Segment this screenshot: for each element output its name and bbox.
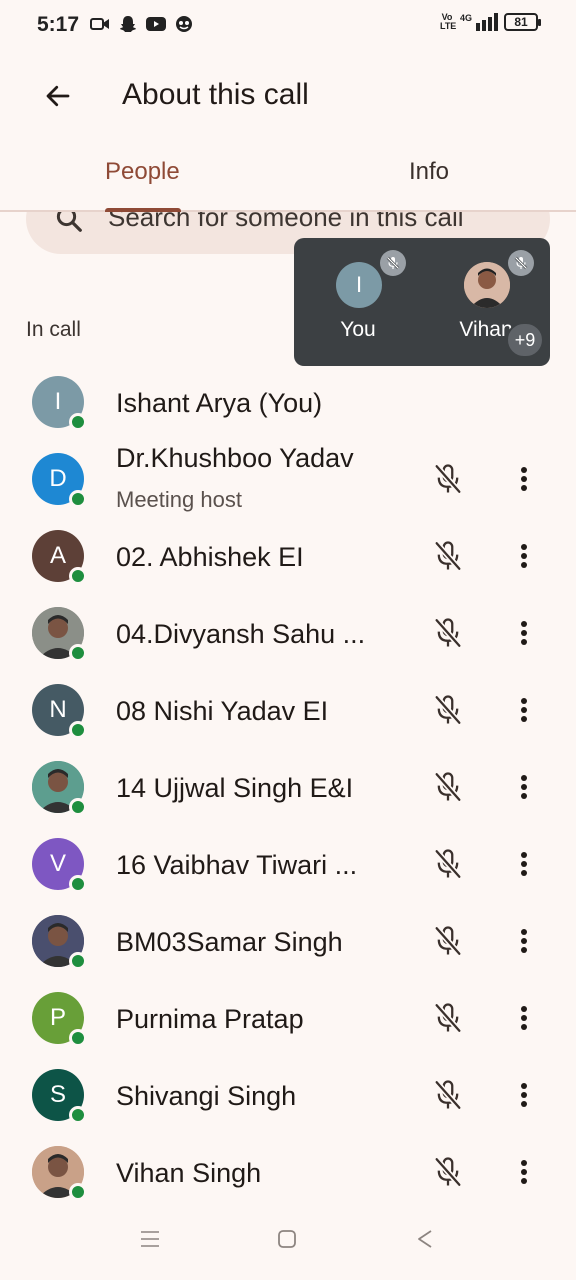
participant-row[interactable]: V 16 Vaibhav Tiwari ... [0, 828, 576, 905]
more-options-icon[interactable] [504, 1152, 544, 1192]
avatar: A [32, 530, 87, 585]
more-options-icon[interactable] [504, 536, 544, 576]
presence-dot [69, 644, 87, 662]
participant-row[interactable]: D Dr.Khushboo Yadav Meeting host [0, 443, 576, 520]
tab-people[interactable]: People [105, 158, 180, 186]
more-options-icon[interactable] [504, 998, 544, 1038]
avatar: N [32, 684, 87, 739]
participant-row[interactable]: BM03Samar Singh [0, 905, 576, 982]
participant-role: Meeting host [116, 487, 242, 512]
back-nav-icon[interactable] [410, 1224, 440, 1254]
preview-tile-name: You [340, 318, 376, 341]
more-options-icon[interactable] [504, 613, 544, 653]
mic-off-icon[interactable] [428, 844, 468, 884]
status-bar: 5:17 Vo LTE 4G 81 [0, 0, 576, 52]
participant-name: Shivangi Singh [116, 1081, 297, 1111]
call-preview-overlay[interactable]: I You Vihan +9 [294, 238, 550, 366]
more-options-icon[interactable] [504, 921, 544, 961]
participant-name: Ishant Arya (You) [116, 388, 323, 418]
status-time: 5:17 [37, 13, 80, 36]
presence-dot [69, 1029, 87, 1047]
participant-name: Vihan Singh [116, 1158, 262, 1188]
presence-dot [69, 798, 87, 816]
mic-off-icon[interactable] [428, 536, 468, 576]
active-tab-indicator [105, 208, 181, 212]
avatar [464, 262, 510, 308]
presence-dot [69, 952, 87, 970]
app-icon [174, 14, 194, 34]
status-system-icons: Vo LTE 4G 81 [439, 12, 541, 31]
avatar [32, 607, 87, 662]
presence-dot [69, 721, 87, 739]
avatar: V [32, 838, 87, 893]
participant-name: 02. Abhishek EI [116, 542, 304, 572]
more-participants-badge[interactable]: +9 [506, 322, 544, 358]
participant-name: BM03Samar Singh [116, 927, 343, 957]
back-button[interactable] [36, 74, 80, 118]
network-type: 4G [459, 13, 472, 23]
participant-row[interactable]: N 08 Nishi Yadav EI [0, 674, 576, 751]
participant-name: 04.Divyansh Sahu ... [116, 619, 366, 649]
avatar: I [336, 262, 382, 308]
mic-off-icon[interactable] [428, 459, 468, 499]
avatar [32, 915, 87, 970]
youtube-icon [146, 14, 166, 34]
mic-off-icon[interactable] [428, 1152, 468, 1192]
participant-row[interactable]: I Ishant Arya (You) [0, 366, 576, 443]
mic-off-icon[interactable] [428, 998, 468, 1038]
participant-row[interactable]: 04.Divyansh Sahu ... [0, 597, 576, 674]
preview-tile-vihan[interactable]: Vihan +9 [422, 238, 550, 366]
presence-dot [69, 1183, 87, 1201]
preview-tile-you[interactable]: I You [294, 238, 422, 366]
signal-icon [476, 13, 498, 31]
participant-name: Purnima Pratap [116, 1004, 304, 1034]
avatar [32, 761, 87, 816]
presence-dot [69, 1106, 87, 1124]
participant-row[interactable]: S Shivangi Singh [0, 1059, 576, 1136]
avatar: I [32, 376, 87, 431]
presence-dot [69, 875, 87, 893]
more-options-icon[interactable] [504, 1075, 544, 1115]
mic-off-icon[interactable] [428, 613, 468, 653]
avatar: D [32, 453, 87, 508]
page-title: About this call [122, 78, 309, 111]
home-icon[interactable] [272, 1224, 302, 1254]
participant-name: 16 Vaibhav Tiwari ... [116, 850, 358, 880]
volte-indicator: Vo LTE [439, 12, 457, 31]
mic-off-icon[interactable] [428, 1075, 468, 1115]
participant-row[interactable]: 14 Ujjwal Singh E&I [0, 751, 576, 828]
battery-icon: 81 [504, 13, 541, 31]
participant-row[interactable]: P Purnima Pratap [0, 982, 576, 1059]
video-icon [90, 14, 110, 34]
participant-name: 08 Nishi Yadav EI [116, 696, 329, 726]
more-options-icon[interactable] [504, 459, 544, 499]
presence-dot [69, 567, 87, 585]
presence-dot [69, 413, 87, 431]
avatar: P [32, 992, 87, 1047]
system-nav-bar [0, 1200, 576, 1280]
mic-off-icon[interactable] [428, 921, 468, 961]
more-options-icon[interactable] [504, 844, 544, 884]
mic-off-icon[interactable] [428, 767, 468, 807]
mic-off-icon[interactable] [428, 690, 468, 730]
participant-row[interactable]: A 02. Abhishek EI [0, 520, 576, 597]
participant-name: 14 Ujjwal Singh E&I [116, 773, 354, 803]
more-options-icon[interactable] [504, 767, 544, 807]
avatar: S [32, 1069, 87, 1124]
more-options-icon[interactable] [504, 690, 544, 730]
participant-name: Dr.Khushboo Yadav [116, 443, 354, 473]
status-notification-icons [90, 14, 194, 34]
mic-off-icon [508, 250, 534, 276]
mic-off-icon [380, 250, 406, 276]
battery-level: 81 [514, 15, 528, 29]
presence-dot [69, 490, 87, 508]
snapchat-icon [118, 14, 138, 34]
recents-icon[interactable] [135, 1224, 165, 1254]
section-label-in-call: In call [26, 318, 81, 341]
arrow-back-icon [46, 85, 70, 107]
avatar [32, 1146, 87, 1201]
tab-bar: People Info [0, 140, 576, 212]
tab-info[interactable]: Info [409, 158, 449, 186]
